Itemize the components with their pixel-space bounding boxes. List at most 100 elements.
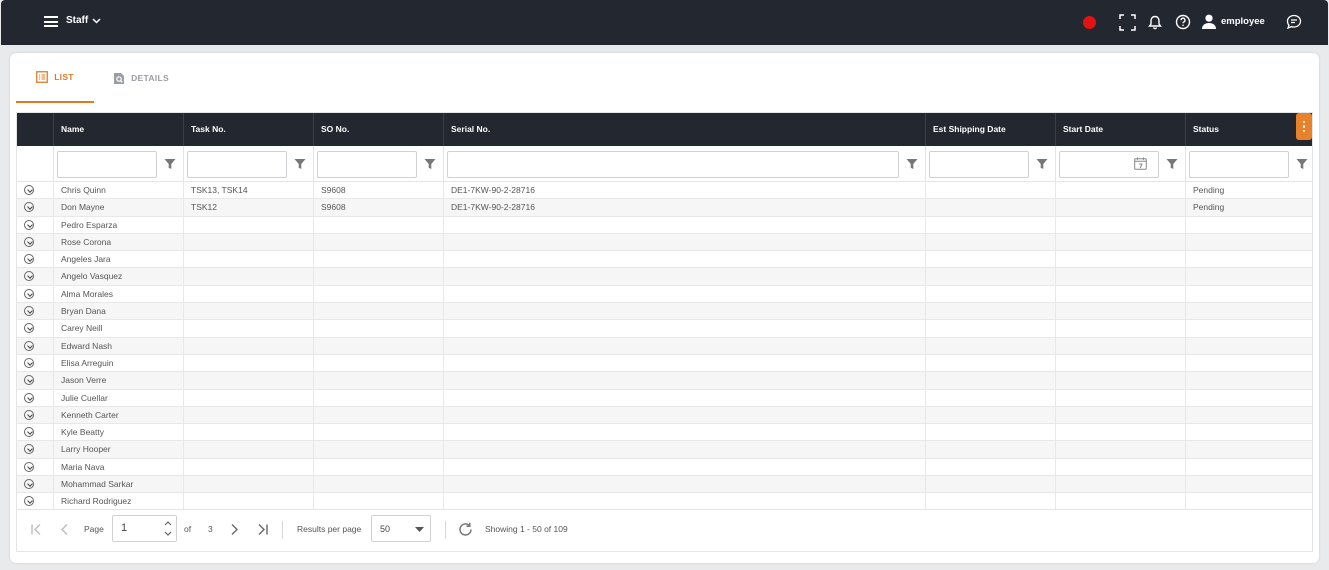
cell-name: Larry Hooper <box>53 441 183 459</box>
table-row[interactable]: Alma Morales <box>17 285 1312 304</box>
column-header-name[interactable]: Name <box>53 113 183 146</box>
filter-input-serial-no[interactable] <box>447 151 899 178</box>
table-row[interactable]: Carey Neill <box>17 320 1312 338</box>
cell-so <box>313 268 443 286</box>
expand-row-icon[interactable] <box>24 185 34 195</box>
pager-divider <box>282 521 283 539</box>
calendar-icon[interactable] <box>1134 157 1147 170</box>
first-page-icon[interactable] <box>30 523 43 536</box>
table-row[interactable]: Elisa Arreguin <box>17 354 1312 373</box>
expand-row-icon[interactable] <box>24 392 34 403</box>
expand-row-icon[interactable] <box>24 340 34 351</box>
table-row[interactable]: Edward Nash <box>17 337 1312 355</box>
expand-row-icon[interactable] <box>24 461 34 472</box>
cell-est <box>925 320 1055 338</box>
table-row[interactable]: Don Mayne TSK12 S9608 DE1-7KW-90-2-28716 Pen… <box>17 199 1312 217</box>
grid-body: Chris Quinn TSK13, TSK14 S9608 DE1-7KW-90-2… <box>17 182 1312 511</box>
cell-task <box>183 268 313 286</box>
cell-serial <box>443 441 925 459</box>
row-expand-cell <box>17 286 53 303</box>
table-row[interactable]: Jason Verre <box>17 372 1312 390</box>
filter-icon[interactable] <box>1166 158 1178 170</box>
cell-est <box>925 285 1055 304</box>
column-menu-button[interactable] <box>1296 113 1312 140</box>
row-expand-cell <box>17 234 53 251</box>
cell-start <box>1055 199 1185 217</box>
row-expand-cell <box>17 338 53 355</box>
record-indicator-icon[interactable] <box>1080 13 1098 31</box>
filter-icon[interactable] <box>424 158 436 170</box>
cell-name: Alma Morales <box>53 285 183 304</box>
filter-icon[interactable] <box>906 158 918 170</box>
table-row[interactable]: Angelo Vasquez <box>17 268 1312 286</box>
expand-row-icon[interactable] <box>24 219 34 230</box>
expand-row-icon[interactable] <box>24 357 34 368</box>
tab-details[interactable]: DETAILS <box>102 53 180 103</box>
filter-icon[interactable] <box>294 158 306 170</box>
expand-row-icon[interactable] <box>24 479 34 490</box>
filter-input-so-no[interactable] <box>317 151 417 178</box>
expand-row-icon[interactable] <box>24 254 34 265</box>
expand-row-icon[interactable] <box>24 444 34 455</box>
filter-icon[interactable] <box>1296 158 1308 170</box>
prev-page-icon[interactable] <box>58 523 71 536</box>
filter-icon[interactable] <box>164 158 176 170</box>
cell-start <box>1055 303 1185 321</box>
filter-input-name[interactable] <box>57 151 157 178</box>
user-menu[interactable]: employee <box>1201 14 1265 29</box>
expand-row-icon[interactable] <box>24 288 34 299</box>
expand-row-icon[interactable] <box>24 409 34 420</box>
page-number-input[interactable]: 1 <box>112 515 177 542</box>
expand-row-icon[interactable] <box>24 306 34 317</box>
last-page-icon[interactable] <box>256 523 269 536</box>
refresh-icon[interactable] <box>458 522 473 537</box>
column-header-start-date[interactable]: Start Date <box>1055 113 1185 146</box>
cell-name: Rose Corona <box>53 233 183 252</box>
column-header-task-no[interactable]: Task No. <box>183 113 313 146</box>
filter-input-task-no[interactable] <box>187 151 287 178</box>
help-icon[interactable] <box>1174 13 1192 31</box>
expand-row-icon[interactable] <box>24 236 34 247</box>
filter-input-est-shipping-date[interactable] <box>929 151 1029 178</box>
cell-serial <box>443 372 925 390</box>
table-row[interactable]: Larry Hooper <box>17 441 1312 459</box>
expand-row-icon[interactable] <box>24 271 34 282</box>
filter-input-status[interactable] <box>1189 151 1289 178</box>
chat-icon[interactable] <box>1285 13 1303 31</box>
table-row[interactable]: Mohammad Sarkar <box>17 476 1312 494</box>
filter-icon[interactable] <box>1036 158 1048 170</box>
table-row[interactable]: Rose Corona <box>17 233 1312 252</box>
column-header-status[interactable]: Status <box>1185 113 1312 146</box>
tab-list[interactable]: LIST <box>16 53 94 103</box>
expand-row-icon[interactable] <box>24 375 34 386</box>
table-row[interactable]: Maria Nava <box>17 458 1312 477</box>
row-expand-cell <box>17 182 53 199</box>
table-row[interactable]: Bryan Dana <box>17 303 1312 321</box>
results-per-page-select[interactable]: 50 <box>371 515 431 542</box>
cell-task: TSK13, TSK14 <box>183 182 313 200</box>
table-row[interactable]: Angeles Jara <box>17 251 1312 269</box>
table-row[interactable]: Kenneth Carter <box>17 406 1312 425</box>
table-row[interactable]: Julie Cuellar <box>17 389 1312 407</box>
column-header-est-shipping-date[interactable]: Est Shipping Date <box>925 113 1055 146</box>
table-row[interactable]: Pedro Esparza <box>17 216 1312 234</box>
expand-row-icon[interactable] <box>24 202 34 213</box>
hamburger-menu-icon[interactable] <box>44 16 58 27</box>
cell-name: Mohammad Sarkar <box>53 476 183 494</box>
next-page-icon[interactable] <box>228 523 241 536</box>
module-menu[interactable]: Staff <box>66 15 101 26</box>
expand-row-icon[interactable] <box>24 496 34 507</box>
table-row[interactable]: Kyle Beatty <box>17 424 1312 442</box>
page-spinner-icon[interactable] <box>164 520 172 537</box>
expand-row-icon[interactable] <box>24 323 34 334</box>
cell-task <box>183 458 313 477</box>
expand-row-icon[interactable] <box>24 427 34 438</box>
row-expand-cell <box>17 372 53 389</box>
table-row[interactable]: Chris Quinn TSK13, TSK14 S9608 DE1-7KW-90-2… <box>17 182 1312 200</box>
cell-name: Edward Nash <box>53 337 183 355</box>
scan-icon[interactable] <box>1118 13 1136 31</box>
column-header-so-no[interactable]: SO No. <box>313 113 443 146</box>
bell-icon[interactable] <box>1146 13 1164 31</box>
cell-so <box>313 458 443 477</box>
column-header-serial-no[interactable]: Serial No. <box>443 113 925 146</box>
